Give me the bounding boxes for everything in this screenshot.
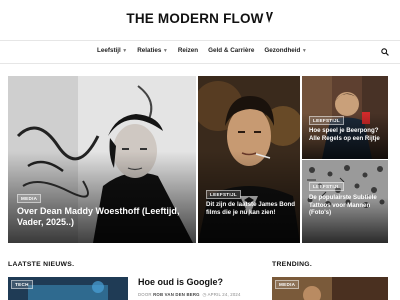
site-header: THE MODERN FLOW [0, 0, 400, 40]
featured-title-main[interactable]: Over Dean Maddy Woesthoff (Leeftijd, Vad… [17, 206, 192, 229]
nav-item-label[interactable]: Geld & Carrière [208, 47, 254, 54]
category-badge[interactable]: Media [275, 280, 300, 289]
section-heading-label: LAATSTE NIEUWS [8, 261, 73, 268]
search-icon[interactable] [381, 48, 389, 56]
site-title[interactable]: THE MODERN FLOW [126, 11, 263, 26]
featured-article-top-right[interactable]: Leefstijl Hoe speel je Beerpong? Alle Re… [302, 76, 388, 159]
chevron-down-icon: ▼ [301, 48, 307, 54]
featured-article-main[interactable]: Media Over Dean Maddy Woesthoff (Leeftij… [8, 76, 196, 243]
nav-menu: Leefstijl ▼ Relaties ▼ Reizen Geld & Carri… [97, 47, 307, 54]
chevron-down-icon: ▼ [122, 48, 128, 54]
nav-item-reizen[interactable]: Reizen [178, 47, 198, 54]
logo-mark-icon [265, 12, 273, 23]
author-prefix: Door [138, 292, 152, 297]
section-heading-label: TRENDING [272, 261, 310, 268]
featured-grid: Media Over Dean Maddy Woesthoff (Leeftij… [8, 76, 388, 243]
featured-title-top-right[interactable]: Hoe speel je Beerpong? Alle Regels op ee… [309, 127, 387, 142]
category-badge[interactable]: Leefstijl [206, 190, 241, 199]
featured-title-middle[interactable]: Dit zijn de laatste James Bond films die… [206, 201, 296, 217]
latest-article-thumbnail[interactable]: Tech [8, 277, 128, 300]
nav-item-label[interactable]: Reizen [178, 47, 198, 54]
trending-article-thumbnail[interactable]: Media [272, 277, 388, 300]
featured-title-bottom-right[interactable]: De populairste Subtiele Tattoos voor Man… [309, 194, 387, 217]
featured-article-bottom-right[interactable]: Leefstijl De populairste Subtiele Tattoo… [302, 160, 388, 243]
latest-article-meta: Door Rob van den Berg ◷ April 24, 2024 [138, 292, 241, 298]
section-heading-latest: LAATSTE NIEUWS. [8, 261, 74, 268]
clock-icon: ◷ [202, 292, 207, 297]
category-badge[interactable]: Leefstijl [309, 116, 344, 125]
section-heading-dot: . [72, 261, 75, 268]
nav-item-label[interactable]: Relaties [137, 47, 161, 54]
nav-item-label[interactable]: Gezondheid [264, 47, 300, 54]
main-nav: Leefstijl ▼ Relaties ▼ Reizen Geld & Carri… [0, 40, 400, 64]
section-heading-trending: TRENDING. [272, 261, 312, 268]
chevron-down-icon: ▼ [162, 48, 168, 54]
site-logo[interactable]: THE MODERN FLOW [0, 11, 400, 26]
latest-article-title[interactable]: Hoe oud is Google? [138, 277, 223, 287]
nav-item-relaties[interactable]: Relaties ▼ [137, 47, 168, 54]
featured-article-middle[interactable]: Leefstijl Dit zijn de laatste James Bond… [198, 76, 300, 243]
nav-item-leefstijl[interactable]: Leefstijl ▼ [97, 47, 127, 54]
article-date: April 24, 2024 [207, 292, 241, 297]
nav-item-gezondheid[interactable]: Gezondheid ▼ [264, 47, 307, 54]
section-heading-dot: . [309, 261, 313, 268]
category-badge[interactable]: Tech [11, 280, 33, 289]
image-overlay [198, 76, 300, 243]
category-badge[interactable]: Leefstijl [309, 182, 344, 191]
author-link[interactable]: Rob van den Berg [153, 292, 200, 297]
category-badge[interactable]: Media [17, 194, 42, 203]
nav-item-geld-carriere[interactable]: Geld & Carrière [208, 47, 254, 54]
nav-item-label[interactable]: Leefstijl [97, 47, 121, 54]
